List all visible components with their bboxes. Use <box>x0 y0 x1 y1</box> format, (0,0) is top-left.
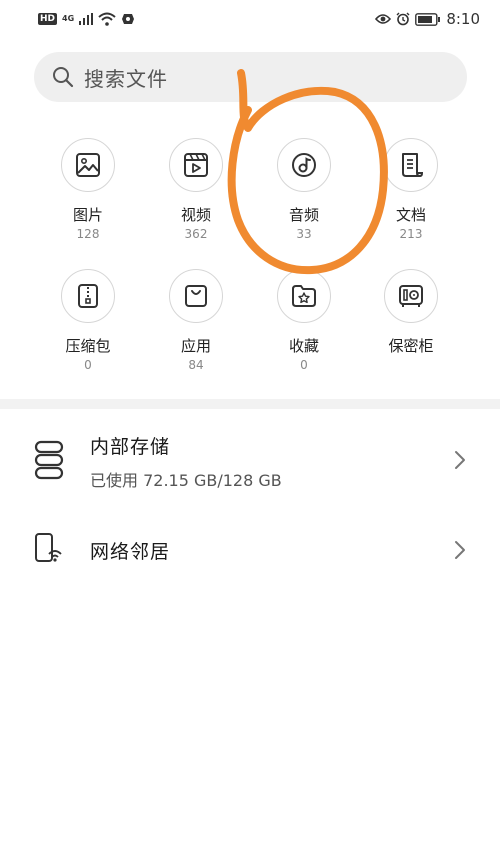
category-label: 收藏 <box>288 337 319 355</box>
internal-storage-usage: 已使用 72.15 GB/128 GB <box>90 471 282 490</box>
status-bar: HD 4G 8:10 <box>0 0 500 38</box>
category-count: 362 <box>184 227 208 241</box>
image-icon <box>76 153 100 177</box>
storage-icon <box>34 440 64 480</box>
category-label: 压缩包 <box>65 337 111 355</box>
category-count: 84 <box>188 358 204 372</box>
network-type: 4G <box>62 14 75 23</box>
category-images[interactable]: 图片 128 <box>33 138 143 241</box>
video-icon-circle <box>169 138 223 192</box>
category-archives[interactable]: 压缩包 0 <box>33 269 143 372</box>
category-documents[interactable]: 文档 213 <box>356 138 466 241</box>
category-apps[interactable]: 应用 84 <box>141 269 251 372</box>
safe-icon <box>399 285 423 307</box>
document-icon-circle <box>384 138 438 192</box>
alarm-icon <box>396 12 410 26</box>
favorite-folder-icon-circle <box>277 269 331 323</box>
category-audio[interactable]: 音频 33 <box>249 138 359 241</box>
category-label: 保密柜 <box>388 337 434 355</box>
app-bag-icon <box>185 285 207 307</box>
app-notification-icon <box>122 14 135 24</box>
network-neighbor-text: 网络邻居 <box>90 537 170 564</box>
category-label: 图片 <box>72 206 103 224</box>
network-neighbor-title: 网络邻居 <box>90 541 171 563</box>
network-neighbor-icon <box>35 533 62 562</box>
archive-icon <box>78 284 98 308</box>
hd-badge: HD <box>38 13 58 25</box>
search-input[interactable]: 搜索文件 <box>34 52 467 102</box>
internal-storage-text: 内部存储 已使用 72.15 GB/128 GB <box>90 432 282 491</box>
category-count: 213 <box>399 227 423 241</box>
category-label: 应用 <box>180 337 211 355</box>
category-label: 文档 <box>395 206 426 224</box>
category-label: 视频 <box>180 206 211 224</box>
favorite-folder-icon <box>292 285 316 307</box>
safe-icon-circle <box>384 269 438 323</box>
document-icon <box>402 153 424 177</box>
category-label: 音频 <box>288 206 319 224</box>
category-count: 128 <box>76 227 100 241</box>
network-neighbor-row[interactable]: 网络邻居 <box>0 520 500 580</box>
internal-storage-title: 内部存储 <box>90 436 171 458</box>
app-bag-icon-circle <box>169 269 223 323</box>
chevron-right-icon <box>455 541 465 559</box>
wifi-icon <box>98 12 116 26</box>
audio-icon-circle <box>277 138 331 192</box>
section-divider <box>0 399 500 409</box>
category-count: 0 <box>84 358 92 372</box>
video-icon <box>184 153 208 177</box>
category-count: 33 <box>296 227 312 241</box>
battery-icon <box>415 12 441 26</box>
status-left: HD 4G <box>38 12 135 26</box>
archive-icon-circle <box>61 269 115 323</box>
chevron-right-icon <box>455 451 465 469</box>
status-right: 8:10 <box>375 10 480 28</box>
audio-icon <box>292 153 316 177</box>
category-videos[interactable]: 视频 362 <box>141 138 251 241</box>
search-icon <box>53 67 74 88</box>
eye-icon <box>375 14 392 24</box>
category-safe[interactable]: 保密柜 <box>356 269 466 358</box>
search-placeholder: 搜索文件 <box>84 66 168 91</box>
image-icon-circle <box>61 138 115 192</box>
signal-icon <box>79 13 94 25</box>
clock: 8:10 <box>446 10 480 28</box>
category-favorites[interactable]: 收藏 0 <box>249 269 359 372</box>
internal-storage-row[interactable]: 内部存储 已使用 72.15 GB/128 GB <box>0 420 500 500</box>
category-count: 0 <box>300 358 308 372</box>
